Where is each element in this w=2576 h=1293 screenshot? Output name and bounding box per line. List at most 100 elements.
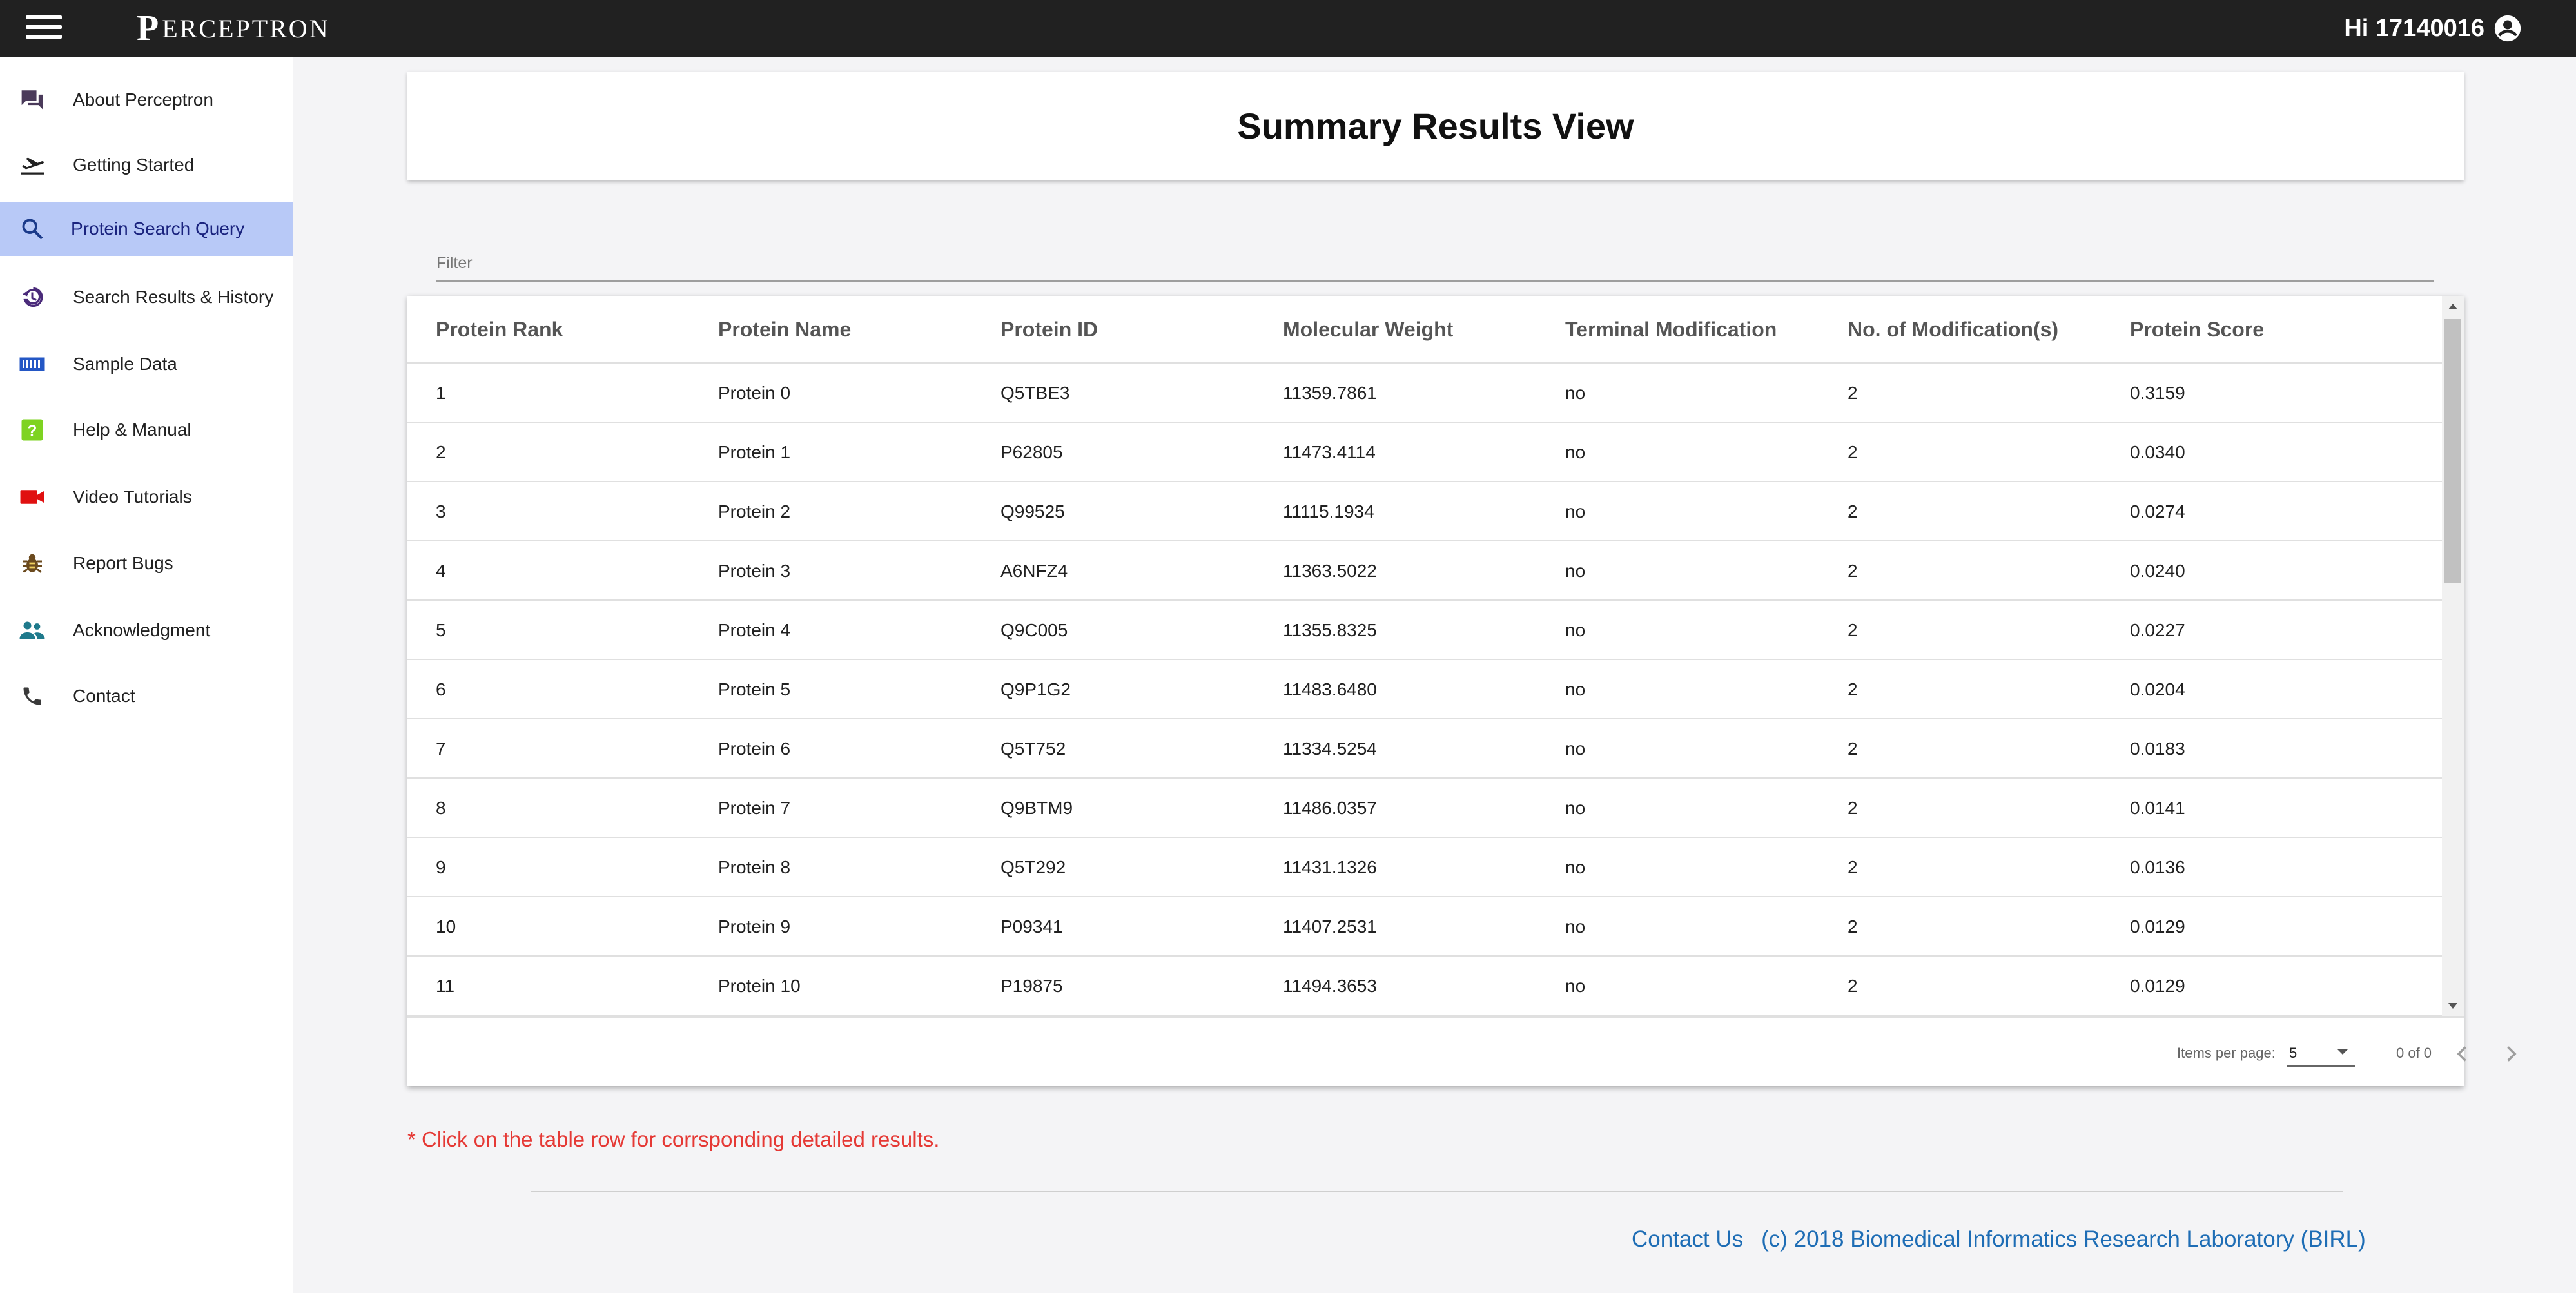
scroll-up-arrow-icon[interactable]	[2448, 304, 2457, 309]
cell-terminal-modification: no	[1565, 798, 1586, 818]
cell-name: Protein 4	[718, 620, 791, 640]
cell-id: Q9C005	[1000, 620, 1068, 640]
cell-modification-count: 2	[1848, 501, 1858, 521]
cell-name: Protein 6	[718, 739, 791, 759]
cell-id: P19875	[1000, 976, 1063, 996]
cell-terminal-modification: no	[1565, 561, 1586, 581]
cell-score: 0.0141	[2130, 798, 2185, 818]
dropdown-caret-icon	[2337, 1049, 2348, 1055]
brand-logo-mark: P	[137, 8, 161, 48]
cell-molecular-weight: 11363.5022	[1283, 561, 1377, 581]
cell-terminal-modification: no	[1565, 976, 1586, 996]
sidebar-item-contact[interactable]: Contact	[0, 669, 293, 723]
footer: Contact Us (c) 2018 Biomedical Informatic…	[1632, 1227, 2366, 1252]
cell-id: A6NFZ4	[1000, 561, 1068, 581]
footer-divider	[531, 1191, 2343, 1192]
previous-page-icon[interactable]	[2451, 1042, 2474, 1065]
cell-score: 0.0129	[2130, 976, 2185, 996]
cell-id: Q9P1G2	[1000, 679, 1071, 699]
cell-molecular-weight: 11115.1934	[1283, 501, 1374, 521]
brand-logo-text: ERCEPTRON	[162, 14, 330, 43]
items-per-page-select[interactable]: 5	[2287, 1041, 2355, 1067]
sidebar-item-protein-search-query[interactable]: Protein Search Query	[0, 202, 293, 256]
table-row[interactable]: 1 Protein 0 Q5TBE3 11359.7861 no 2 0.3159	[407, 364, 2442, 423]
filter-input[interactable]	[436, 246, 2434, 280]
cell-modification-count: 2	[1848, 442, 1858, 462]
contact-us-link[interactable]: Contact Us	[1632, 1227, 1743, 1252]
table-row[interactable]: 7 Protein 6 Q5T752 11334.5254 no 2 0.0183	[407, 719, 2442, 779]
page-range-label: 0 of 0	[2396, 1045, 2432, 1061]
table-row[interactable]: 9 Protein 8 Q5T292 11431.1326 no 2 0.0136	[407, 838, 2442, 897]
sidebar-item-label: Sample Data	[73, 354, 177, 374]
cell-molecular-weight: 11355.8325	[1283, 620, 1377, 640]
data-strip-icon	[18, 351, 46, 377]
sidebar-item-sample-data[interactable]: Sample Data	[0, 337, 293, 391]
sidebar-item-search-results-history[interactable]: Search Results & History	[0, 270, 293, 324]
table-row[interactable]: 11 Protein 10 P19875 11494.3653 no 2 0.0129	[407, 957, 2442, 1016]
cell-name: Protein 1	[718, 442, 791, 462]
cell-molecular-weight: 11359.7861	[1283, 383, 1377, 403]
column-header-protein-id[interactable]: Protein ID	[1000, 318, 1098, 342]
user-menu[interactable]: Hi 17140016	[2344, 14, 2522, 43]
cell-modification-count: 2	[1848, 383, 1858, 403]
sidebar-item-label: Contact	[73, 686, 135, 706]
cell-molecular-weight: 11483.6480	[1283, 679, 1377, 699]
cell-modification-count: 2	[1848, 679, 1858, 699]
cell-score: 0.0129	[2130, 917, 2185, 937]
sidebar-item-help-manual[interactable]: ? Help & Manual	[0, 403, 293, 457]
scroll-down-arrow-icon[interactable]	[2448, 1003, 2457, 1009]
column-header-protein-score[interactable]: Protein Score	[2130, 318, 2264, 342]
table-scrollbar[interactable]	[2442, 296, 2464, 1016]
table-row[interactable]: 3 Protein 2 Q99525 11115.1934 no 2 0.0274	[407, 482, 2442, 541]
cell-id: Q5T752	[1000, 739, 1066, 759]
cell-id: P09341	[1000, 917, 1063, 937]
sidebar-item-getting-started[interactable]: Getting Started	[0, 138, 293, 192]
cell-modification-count: 2	[1848, 739, 1858, 759]
column-header-no-of-modifications[interactable]: No. of Modification(s)	[1848, 318, 2058, 342]
sidebar-item-report-bugs[interactable]: Report Bugs	[0, 536, 293, 590]
sidebar-item-label: Getting Started	[73, 155, 195, 175]
sidebar-item-label: Search Results & History	[73, 287, 274, 307]
table-row[interactable]: 8 Protein 7 Q9BTM9 11486.0357 no 2 0.0141	[407, 779, 2442, 838]
main-content: Summary Results View Protein Rank Protei…	[293, 57, 2576, 1293]
cell-score: 0.0136	[2130, 857, 2185, 877]
sidebar-item-acknowledgment[interactable]: Acknowledgment	[0, 603, 293, 657]
page-title: Summary Results View	[1237, 105, 1634, 146]
cell-rank: 1	[436, 383, 446, 403]
cell-name: Protein 9	[718, 917, 791, 937]
scrollbar-thumb[interactable]	[2444, 319, 2461, 583]
table-row[interactable]: 10 Protein 9 P09341 11407.2531 no 2 0.0129	[407, 897, 2442, 957]
cell-rank: 4	[436, 561, 446, 581]
table-row[interactable]: 2 Protein 1 P62805 11473.4114 no 2 0.0340	[407, 423, 2442, 482]
user-greeting: Hi 17140016	[2344, 14, 2484, 42]
cell-modification-count: 2	[1848, 857, 1858, 877]
cell-rank: 2	[436, 442, 446, 462]
cell-name: Protein 5	[718, 679, 791, 699]
hamburger-menu-icon[interactable]	[26, 15, 62, 41]
column-header-terminal-modification[interactable]: Terminal Modification	[1565, 318, 1777, 342]
table-row[interactable]: 6 Protein 5 Q9P1G2 11483.6480 no 2 0.0204	[407, 660, 2442, 719]
cell-molecular-weight: 11431.1326	[1283, 857, 1377, 877]
sidebar-item-about-perceptron[interactable]: About Perceptron	[0, 73, 293, 127]
cell-rank: 7	[436, 739, 446, 759]
sidebar-item-label: Report Bugs	[73, 553, 173, 573]
items-per-page-label: Items per page:	[2177, 1045, 2276, 1061]
cell-rank: 11	[436, 976, 455, 996]
cell-molecular-weight: 11407.2531	[1283, 917, 1377, 937]
table-row[interactable]: 5 Protein 4 Q9C005 11355.8325 no 2 0.0227	[407, 601, 2442, 660]
brand-logo[interactable]: P ERCEPTRON	[137, 8, 330, 48]
next-page-icon[interactable]	[2499, 1042, 2522, 1065]
history-icon	[18, 284, 46, 310]
column-header-molecular-weight[interactable]: Molecular Weight	[1283, 318, 1453, 342]
sidebar-item-video-tutorials[interactable]: Video Tutorials	[0, 470, 293, 524]
title-card: Summary Results View	[407, 72, 2464, 180]
filter-field[interactable]	[436, 246, 2434, 282]
table-row[interactable]: 4 Protein 3 A6NFZ4 11363.5022 no 2 0.0240	[407, 541, 2442, 601]
cell-rank: 10	[436, 917, 456, 937]
account-circle-icon	[2494, 15, 2521, 42]
column-header-protein-name[interactable]: Protein Name	[718, 318, 851, 342]
column-header-protein-rank[interactable]: Protein Rank	[436, 318, 563, 342]
cell-rank: 5	[436, 620, 446, 640]
videocam-icon	[18, 484, 46, 510]
row-click-note: * Click on the table row for corrspondin…	[407, 1127, 940, 1151]
